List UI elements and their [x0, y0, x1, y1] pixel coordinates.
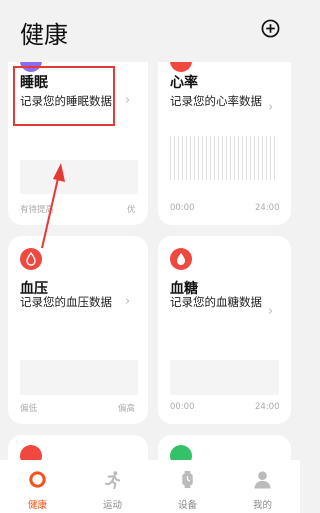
health-ring-icon	[29, 471, 46, 488]
tab-devices[interactable]: 设备	[150, 460, 225, 513]
blood-sugar-icon	[170, 248, 192, 270]
sugar-subtitle: 记录您的血糖数据	[170, 295, 262, 309]
tab-exercise[interactable]: 运动	[75, 460, 150, 513]
blood-pressure-card[interactable]: 血压 记录您的血压数据 › 偏低 偏高	[8, 236, 148, 424]
sugar-axis-right: 24:00	[255, 402, 280, 412]
drop-shape-icon	[177, 253, 185, 265]
watch-icon	[182, 470, 193, 489]
annotation-arrow	[41, 163, 65, 249]
highlight-box	[13, 66, 115, 126]
chevron-right-icon: ›	[268, 100, 274, 115]
tab-me[interactable]: 我的	[225, 460, 300, 513]
tab-health[interactable]: 健康	[0, 460, 75, 513]
bp-axis-right: 偏高	[118, 404, 136, 414]
tab-label: 运动	[102, 500, 122, 511]
heart-rate-chart	[170, 136, 278, 180]
blood-sugar-card[interactable]: 血糖 记录您的血糖数据 › 00:00 24:00	[158, 236, 291, 424]
chevron-right-icon: ›	[125, 294, 131, 309]
running-icon	[104, 471, 121, 489]
tab-label: 设备	[177, 500, 197, 511]
bp-subtitle: 记录您的血压数据	[20, 295, 112, 309]
person-icon	[254, 471, 271, 489]
chevron-right-icon: ›	[268, 304, 274, 319]
tab-bar: 健康 运动 设备 我的	[0, 460, 300, 513]
sleep-axis-right: 优	[127, 205, 136, 215]
bp-chart	[20, 360, 138, 395]
page-title: 健康	[20, 21, 68, 49]
tab-label: 我的	[252, 500, 272, 511]
heart-rate-card[interactable]: 心率 记录您的心率数据 › 00:00 24:00	[158, 40, 291, 225]
header: 健康	[0, 0, 300, 62]
heart-title: 心率	[170, 75, 198, 91]
sugar-axis-left: 00:00	[170, 402, 195, 412]
tab-label: 健康	[27, 500, 47, 511]
sugar-chart	[170, 360, 279, 395]
heart-axis-left: 00:00	[170, 203, 195, 213]
bp-axis-left: 偏低	[20, 404, 38, 414]
add-icon[interactable]	[261, 19, 280, 38]
heart-axis-right: 24:00	[255, 203, 280, 213]
heart-subtitle: 记录您的心率数据	[170, 94, 262, 108]
chevron-right-icon: ›	[125, 93, 131, 108]
